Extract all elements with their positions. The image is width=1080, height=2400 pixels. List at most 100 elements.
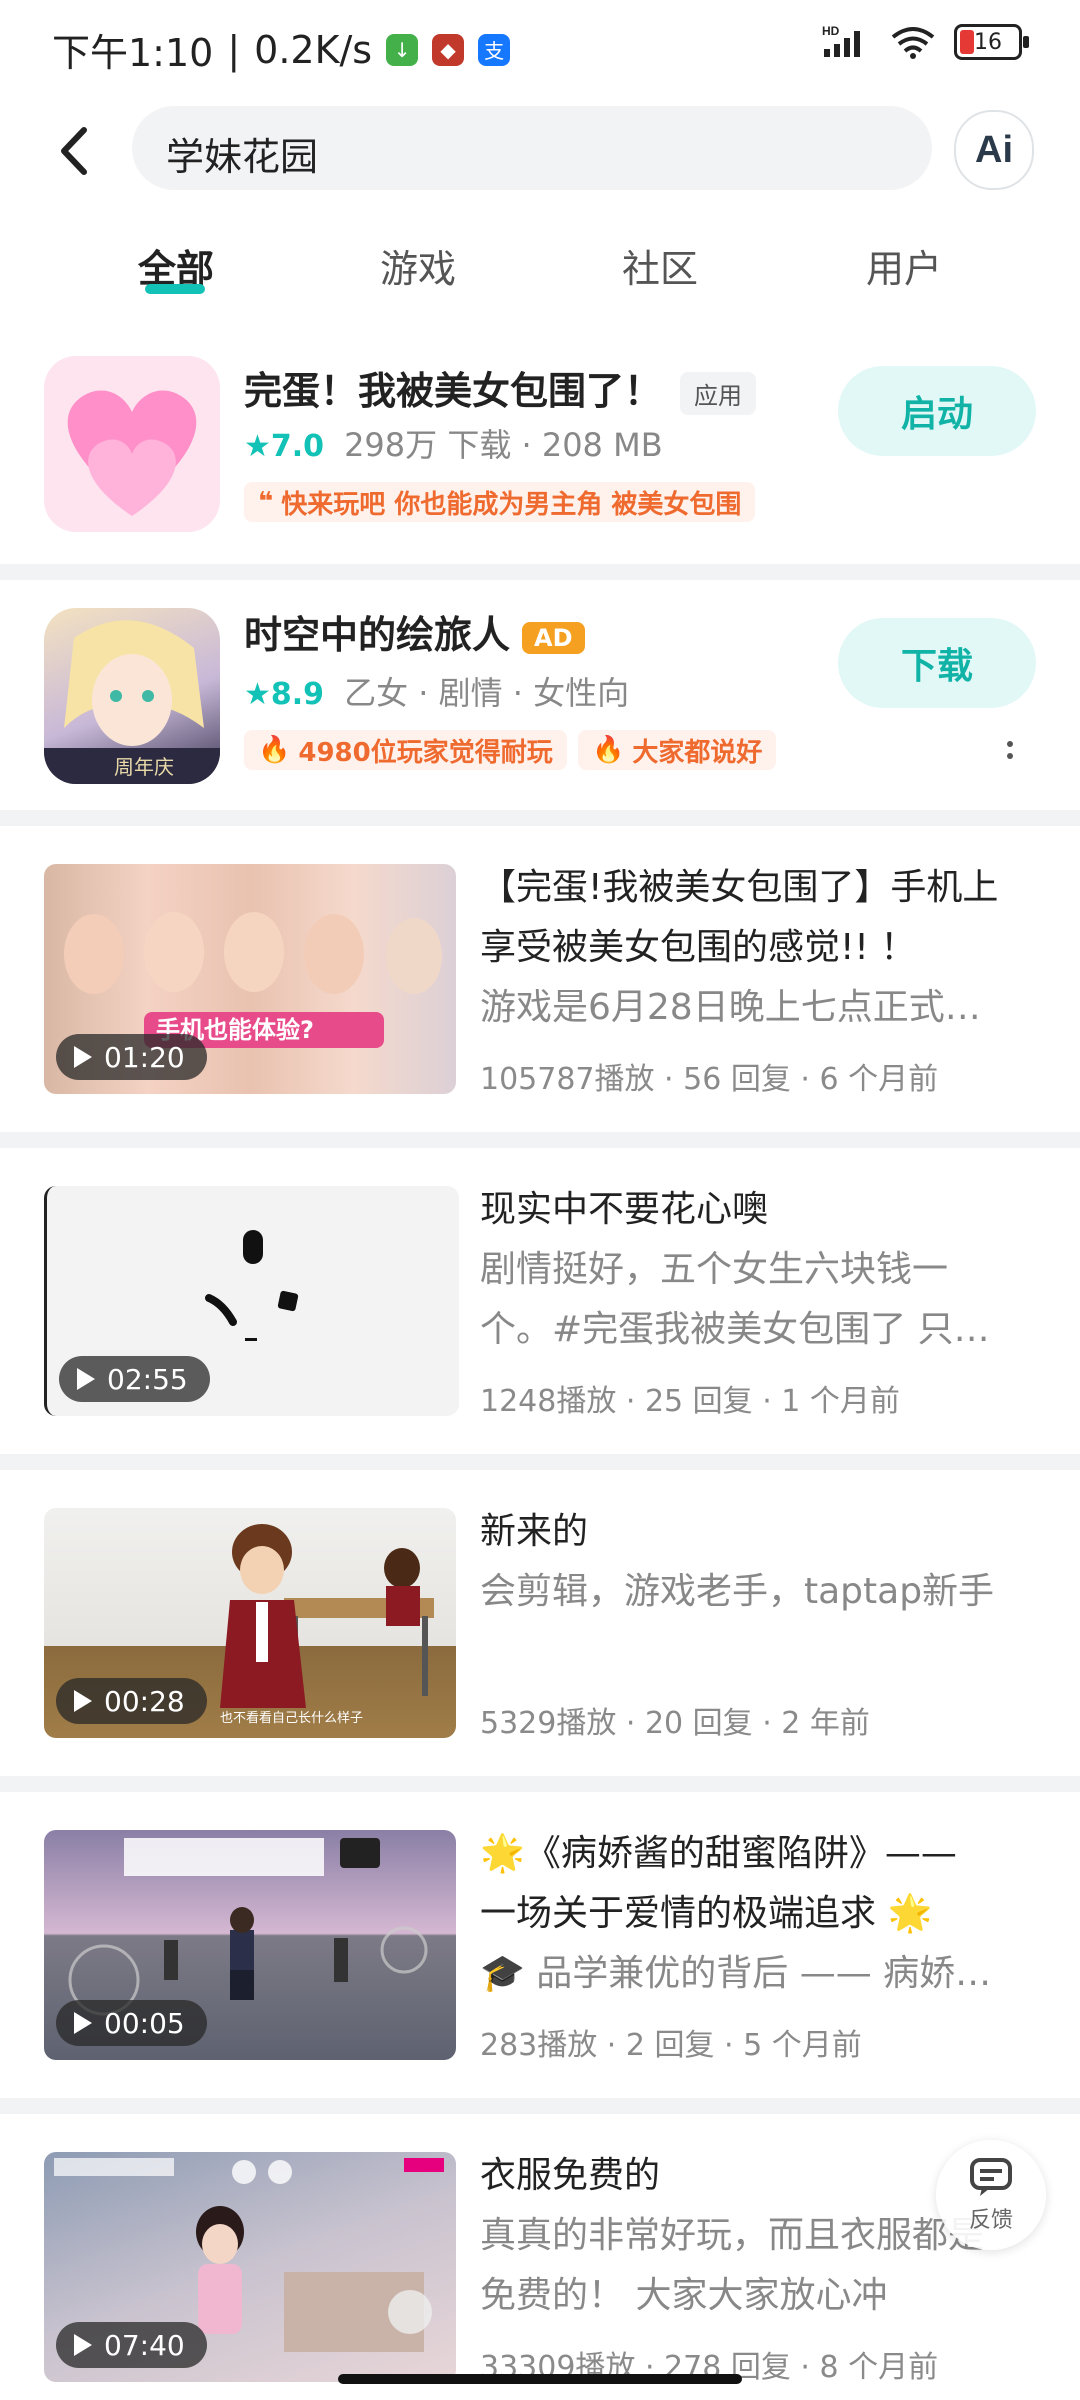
post-summary: 会剪辑，游戏老手，taptap新手 xyxy=(480,1562,1040,1622)
video-duration: 01:20 xyxy=(56,1034,207,1080)
fire-icon: 🔥 xyxy=(592,735,625,765)
app-title-row: 时空中的绘旅人 AD xyxy=(244,604,585,659)
play-icon xyxy=(74,1046,92,1068)
search-input[interactable]: 学妹花园 xyxy=(132,106,932,190)
signal-icon: HD xyxy=(822,25,860,57)
app-rating: ★8.9 xyxy=(244,677,325,712)
duration-text: 02:55 xyxy=(107,1362,188,1396)
app-rating-value: 7.0 xyxy=(270,429,325,464)
app-icon xyxy=(44,356,220,532)
search-header: 学妹花园 Ai xyxy=(0,96,1080,206)
video-post[interactable]: 07:40 衣服免费的 真真的非常好玩，而且衣服都是 免费的！ 大家大家放心冲 … xyxy=(0,2114,1080,2400)
status-bar: 下午1:10 | 0.2K/s ↓ ◆ 支 HD 16 xyxy=(0,0,1080,96)
video-post[interactable]: 手机也能体验? 01:20 【完蛋!我被美女包围了】手机上 享受被美女包围的感觉… xyxy=(0,826,1080,1132)
post-summary-line: 剧情挺好，五个女生六块钱一 xyxy=(480,1249,949,1290)
video-thumbnail[interactable]: 手机也能体验? 01:20 xyxy=(44,864,456,1094)
back-arrow-icon[interactable] xyxy=(46,116,106,186)
download-button[interactable]: 下载 xyxy=(838,618,1036,708)
post-summary: 游戏是6月28日晚上七点正式… xyxy=(480,978,1040,1038)
post-title-line: 【完蛋!我被美女包围了】手机上 xyxy=(480,867,999,908)
post-meta: 5329播放 · 20 回复 · 2 年前 xyxy=(480,1706,870,1741)
duration-text: 07:40 xyxy=(104,2328,185,2362)
video-thumbnail[interactable]: 07:40 xyxy=(44,2152,456,2382)
launch-button[interactable]: 启动 xyxy=(838,366,1036,456)
post-title-line: 新来的 xyxy=(480,1511,589,1552)
app-meta: 298万 下载 · 208 MB xyxy=(344,426,663,464)
post-summary: 剧情挺好，五个女生六块钱一 个。#完蛋我被美女包围了 只… xyxy=(480,1240,1040,1360)
more-options-icon[interactable] xyxy=(1000,730,1020,770)
play-icon xyxy=(77,1368,95,1390)
tab-games[interactable]: 游戏 xyxy=(380,238,456,293)
video-duration: 02:55 xyxy=(59,1356,210,1402)
duration-text: 01:20 xyxy=(104,1040,185,1074)
post-title: 新来的 xyxy=(480,1502,1040,1562)
app-meta: 乙女 · 剧情 · 女性向 xyxy=(344,674,630,712)
app-result-card[interactable]: 周年庆 时空中的绘旅人 AD ★8.9 乙女 · 剧情 · 女性向 🔥 4980位玩… xyxy=(0,580,1080,810)
video-post[interactable]: 02:55 现实中不要花心噢 剧情挺好，五个女生六块钱一 个。#完蛋我被美女包围… xyxy=(0,1148,1080,1454)
tab-bar: 全部 游戏 社区 用户 xyxy=(0,206,1080,318)
app-meta-row: ★8.9 乙女 · 剧情 · 女性向 xyxy=(244,668,629,714)
app-tag: 🔥 大家都说好 xyxy=(578,730,777,770)
app-title-row: 完蛋！我被美女包围了！ 应用 xyxy=(244,360,757,415)
app-tag: 🔥 4980位玩家觉得耐玩 xyxy=(244,730,567,770)
status-separator: | xyxy=(227,27,241,72)
heart-icon xyxy=(67,390,197,516)
status-time: 下午1:10 xyxy=(52,31,214,75)
wifi-icon xyxy=(891,27,935,59)
post-summary: 🎓 品学兼优的背后 —— 病娇… xyxy=(480,1944,1040,2004)
video-duration: 07:40 xyxy=(56,2322,207,2368)
tab-active-indicator xyxy=(145,284,205,294)
ai-button[interactable]: Ai xyxy=(954,110,1034,190)
launch-label: 启动 xyxy=(900,394,973,435)
app-tag: ❝ 快来玩吧 你也能成为男主角 被美女包围 xyxy=(244,482,756,522)
post-title: 现实中不要花心噢 xyxy=(480,1180,1040,1240)
post-summary-line: 个。#完蛋我被美女包围了 只… xyxy=(480,1309,990,1350)
download-icon: ↓ xyxy=(386,33,419,66)
post-meta: 105787播放 · 56 回复 · 6 个月前 xyxy=(480,1062,939,1097)
tab-users[interactable]: 用户 xyxy=(866,238,942,293)
post-summary-line: 免费的！ 大家大家放心冲 xyxy=(480,2275,888,2316)
video-duration: 00:05 xyxy=(56,2000,207,2046)
duration-text: 00:28 xyxy=(104,1684,185,1718)
video-post[interactable]: 00:05 🌟《病娇酱的甜蜜陷阱》—— 一场关于爱情的极端追求 🌟 🎓 品学兼优… xyxy=(0,1792,1080,2098)
battery-level: 16 xyxy=(974,29,1002,55)
post-title: 🌟《病娇酱的甜蜜陷阱》—— 一场关于爱情的极端追求 🌟 xyxy=(480,1824,1040,1944)
post-title-line: 一场关于爱情的极端追求 🌟 xyxy=(480,1893,933,1934)
app-tag-text: 大家都说好 xyxy=(632,737,763,768)
play-icon xyxy=(74,2334,92,2356)
battery-icon: 16 xyxy=(954,24,1029,60)
post-summary-line: 🎓 品学兼优的背后 —— 病娇… xyxy=(480,1953,992,1994)
app-result-card[interactable]: 完蛋！我被美女包围了！ 应用 ★7.0 298万 下载 · 208 MB ❝ 快来玩… xyxy=(0,318,1080,564)
home-indicator[interactable] xyxy=(338,2374,742,2384)
fire-icon: 🔥 xyxy=(258,735,291,765)
play-icon xyxy=(74,1690,92,1712)
post-meta: 1248播放 · 25 回复 · 1 个月前 xyxy=(480,1384,900,1419)
video-post[interactable]: 也不看看自己长什么样子 00:28 新来的 会剪辑，游戏老手，taptap新手 … xyxy=(0,1470,1080,1776)
video-thumbnail[interactable]: 00:05 xyxy=(44,1830,456,2060)
app-notification-icon: ◆ xyxy=(432,33,465,66)
app-type-badge: 应用 xyxy=(680,372,757,415)
alipay-icon: 支 xyxy=(478,33,511,66)
feedback-label: 反馈 xyxy=(968,2208,1013,2233)
app-rating-value: 8.9 xyxy=(270,677,325,712)
status-left: 下午1:10 | 0.2K/s ↓ ◆ 支 xyxy=(52,22,511,77)
feedback-button[interactable]: 反馈 xyxy=(936,2140,1046,2250)
post-title-line: 现实中不要花心噢 xyxy=(480,1189,769,1230)
video-thumbnail[interactable]: 02:55 xyxy=(44,1186,459,1416)
post-meta: 283播放 · 2 回复 · 5 个月前 xyxy=(480,2028,862,2063)
app-title: 时空中的绘旅人 xyxy=(244,613,511,657)
post-summary-line: 游戏是6月28日晚上七点正式… xyxy=(480,987,981,1028)
tab-community[interactable]: 社区 xyxy=(622,238,698,293)
app-meta-row: ★7.0 298万 下载 · 208 MB xyxy=(244,420,663,466)
app-icon: 周年庆 xyxy=(44,608,220,784)
character-portrait-icon: 周年庆 xyxy=(44,620,220,784)
post-title: 【完蛋!我被美女包围了】手机上 享受被美女包围的感觉!! ！ xyxy=(480,858,1040,978)
app-tag-text: 4980位玩家觉得耐玩 xyxy=(298,737,553,768)
ai-label: Ai xyxy=(975,128,1013,171)
video-thumbnail[interactable]: 也不看看自己长什么样子 00:28 xyxy=(44,1508,456,1738)
thumbnail-caption: 也不看看自己长什么样子 xyxy=(220,1710,363,1726)
network-type: HD xyxy=(822,25,840,38)
post-title-line: 🌟《病娇酱的甜蜜陷阱》—— xyxy=(480,1833,957,1874)
download-label: 下载 xyxy=(900,646,973,687)
duration-text: 00:05 xyxy=(104,2006,185,2040)
